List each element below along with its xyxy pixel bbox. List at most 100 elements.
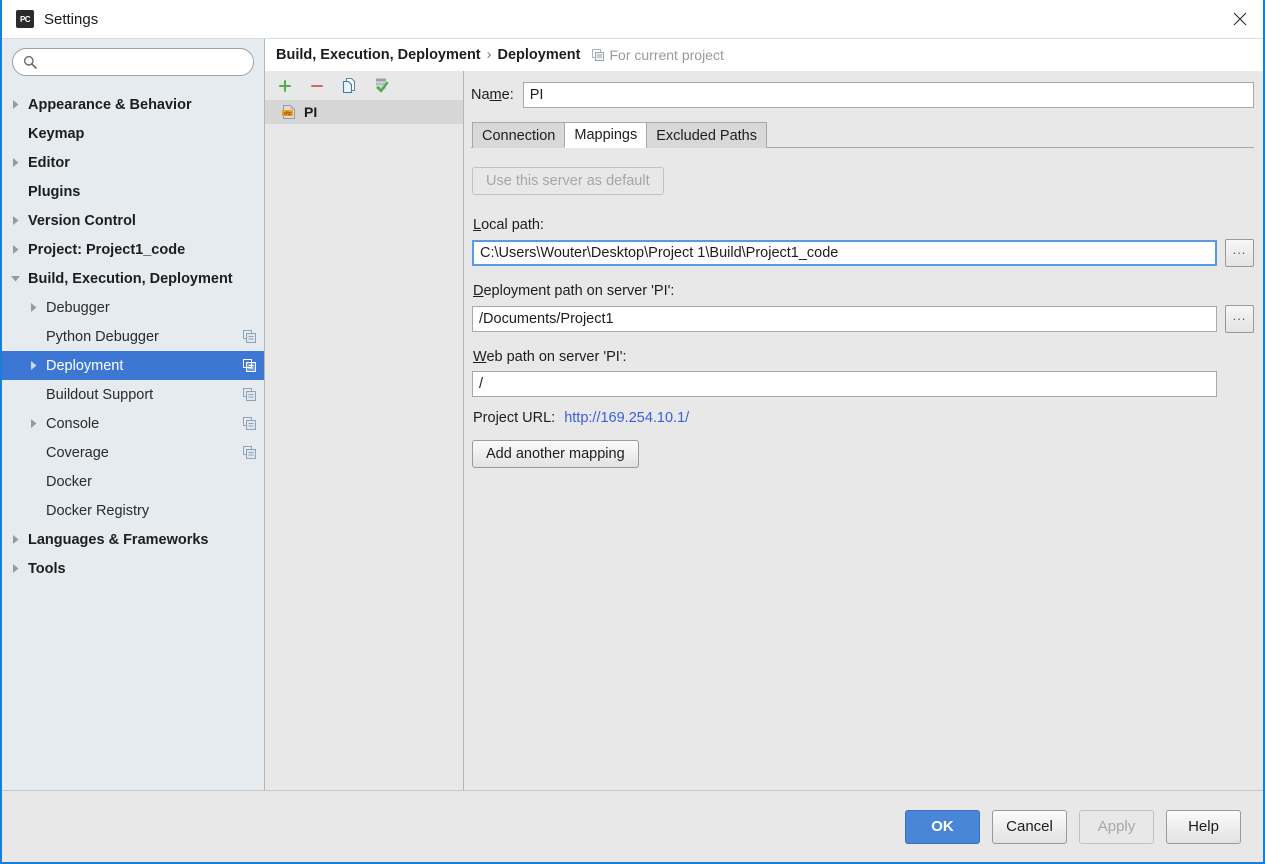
tree-arrow[interactable] bbox=[2, 215, 28, 226]
copy-project-icon bbox=[243, 446, 256, 459]
tab-mappings[interactable]: Mappings bbox=[564, 122, 648, 148]
chevron-right-icon bbox=[30, 303, 36, 312]
sidebar-item-appearance-behavior[interactable]: Appearance & Behavior bbox=[2, 90, 264, 119]
sidebar-item-editor[interactable]: Editor bbox=[2, 148, 264, 177]
sidebar-item-coverage[interactable]: Coverage bbox=[2, 438, 264, 467]
local-path-mnemonic: L bbox=[473, 217, 482, 233]
breadcrumb-separator: › bbox=[486, 47, 492, 63]
ok-button[interactable]: OK bbox=[905, 809, 980, 844]
copy-project-icon bbox=[243, 330, 256, 343]
deployment-path-row: ... bbox=[472, 305, 1254, 333]
sidebar-item-label: Version Control bbox=[28, 212, 136, 229]
sidebar-item-buildout-support[interactable]: Buildout Support bbox=[2, 380, 264, 409]
web-path-input[interactable] bbox=[472, 371, 1217, 397]
close-button[interactable] bbox=[1217, 0, 1263, 38]
sidebar-item-label: Editor bbox=[28, 154, 70, 171]
tab-connection[interactable]: Connection bbox=[472, 122, 566, 148]
web-path-label: Web path on server 'PI': bbox=[473, 349, 627, 365]
search-input[interactable] bbox=[43, 53, 243, 71]
sidebar-item-console[interactable]: Console bbox=[2, 409, 264, 438]
deployment-panes: sftp PI Name: ConnectionMappingsExcluded … bbox=[265, 71, 1263, 790]
copy-project-icon bbox=[243, 388, 256, 401]
chevron-right-icon bbox=[30, 361, 36, 370]
sidebar-item-build-execution-deployment[interactable]: Build, Execution, Deployment bbox=[2, 264, 264, 293]
sidebar-item-plugins[interactable]: Plugins bbox=[2, 177, 264, 206]
sidebar-item-debugger[interactable]: Debugger bbox=[2, 293, 264, 322]
sidebar-item-docker[interactable]: Docker bbox=[2, 467, 264, 496]
tree-arrow[interactable] bbox=[20, 418, 46, 429]
tree-arrow[interactable] bbox=[20, 360, 46, 371]
sidebar-item-deployment[interactable]: Deployment bbox=[2, 351, 264, 380]
server-list-item-label: PI bbox=[304, 104, 318, 120]
sidebar-item-tools[interactable]: Tools bbox=[2, 554, 264, 583]
sidebar-item-label: Build, Execution, Deployment bbox=[28, 270, 233, 287]
add-another-mapping-button[interactable]: Add another mapping bbox=[472, 440, 639, 468]
search-box[interactable] bbox=[12, 48, 254, 76]
sidebar-item-label: Keymap bbox=[28, 125, 85, 142]
breadcrumb: Build, Execution, Deployment › Deploymen… bbox=[265, 39, 1263, 71]
tree-arrow[interactable] bbox=[2, 244, 28, 255]
sidebar-item-languages-frameworks[interactable]: Languages & Frameworks bbox=[2, 525, 264, 554]
sidebar-item-python-debugger[interactable]: Python Debugger bbox=[2, 322, 264, 351]
name-input[interactable] bbox=[522, 82, 1254, 108]
breadcrumb-root[interactable]: Build, Execution, Deployment bbox=[276, 47, 481, 63]
name-label: Name: bbox=[471, 87, 514, 103]
deployment-path-browse-button[interactable]: ... bbox=[1225, 305, 1254, 333]
sidebar-item-label: Docker bbox=[46, 473, 92, 490]
settings-dialog: PC Settings Appearance & Behavior Keymap E… bbox=[0, 0, 1265, 864]
close-icon bbox=[1233, 12, 1247, 26]
chevron-right-icon bbox=[12, 158, 18, 167]
copy-icon bbox=[342, 77, 355, 94]
deployment-path-input[interactable] bbox=[472, 306, 1217, 332]
project-scope-badge-icon bbox=[243, 330, 256, 343]
title-bar: PC Settings bbox=[2, 0, 1263, 38]
chevron-right-icon bbox=[12, 564, 18, 573]
server-list-item[interactable]: sftp PI bbox=[265, 100, 463, 124]
copy-project-icon bbox=[243, 359, 256, 372]
mappings-tab-panel: Use this server as default Local path: .… bbox=[471, 147, 1254, 790]
minus-icon bbox=[311, 84, 323, 87]
add-server-button[interactable] bbox=[275, 76, 295, 96]
breadcrumb-note: For current project bbox=[592, 47, 724, 63]
tree-arrow[interactable] bbox=[2, 99, 28, 110]
config-tabs: Connection Mappings Excluded Paths bbox=[472, 122, 1254, 148]
breadcrumb-note-label: For current project bbox=[609, 47, 724, 63]
sidebar-item-docker-registry[interactable]: Docker Registry bbox=[2, 496, 264, 525]
web-path-mnemonic: W bbox=[473, 349, 487, 365]
local-path-label: Local path: bbox=[473, 217, 544, 233]
server-toolbar bbox=[265, 71, 463, 100]
project-url-link[interactable]: http://169.254.10.1/ bbox=[564, 410, 689, 426]
tree-arrow[interactable] bbox=[2, 563, 28, 574]
tree-arrow[interactable] bbox=[2, 273, 28, 284]
sidebar-item-label: Python Debugger bbox=[46, 328, 159, 345]
tree-arrow[interactable] bbox=[2, 157, 28, 168]
use-this-server-as-default-button[interactable]: Use this server as default bbox=[472, 167, 664, 195]
chevron-right-icon bbox=[12, 100, 18, 109]
apply-button[interactable]: Apply bbox=[1079, 809, 1154, 844]
chevron-right-icon bbox=[30, 419, 36, 428]
remove-server-button[interactable] bbox=[307, 76, 327, 96]
name-label-mnemonic: m bbox=[489, 87, 502, 103]
sftp-icon: sftp bbox=[281, 104, 297, 120]
local-path-browse-button[interactable]: ... bbox=[1225, 239, 1254, 267]
sidebar-item-label: Appearance & Behavior bbox=[28, 96, 192, 113]
help-button[interactable]: Help bbox=[1166, 809, 1241, 844]
web-path-row bbox=[472, 371, 1254, 397]
sidebar-item-project-project1-code[interactable]: Project: Project1_code bbox=[2, 235, 264, 264]
sidebar-item-keymap[interactable]: Keymap bbox=[2, 119, 264, 148]
sidebar-item-version-control[interactable]: Version Control bbox=[2, 206, 264, 235]
settings-sidebar: Appearance & Behavior Keymap Editor Plugins… bbox=[2, 39, 265, 790]
set-default-server-button[interactable] bbox=[371, 76, 391, 96]
sidebar-item-label: Docker Registry bbox=[46, 502, 150, 519]
sidebar-item-label: Plugins bbox=[28, 183, 81, 200]
copy-server-button[interactable] bbox=[339, 76, 359, 96]
local-path-input[interactable] bbox=[472, 240, 1217, 266]
tree-arrow[interactable] bbox=[20, 302, 46, 313]
tree-arrow[interactable] bbox=[2, 534, 28, 545]
tab-excluded-paths[interactable]: Excluded Paths bbox=[646, 122, 767, 148]
dialog-footer: OK Cancel Apply Help bbox=[2, 790, 1263, 862]
server-list-pane: sftp PI bbox=[265, 71, 464, 790]
svg-text:sftp: sftp bbox=[283, 111, 291, 117]
dialog-body: Appearance & Behavior Keymap Editor Plugins… bbox=[2, 38, 1263, 790]
cancel-button[interactable]: Cancel bbox=[992, 809, 1067, 844]
